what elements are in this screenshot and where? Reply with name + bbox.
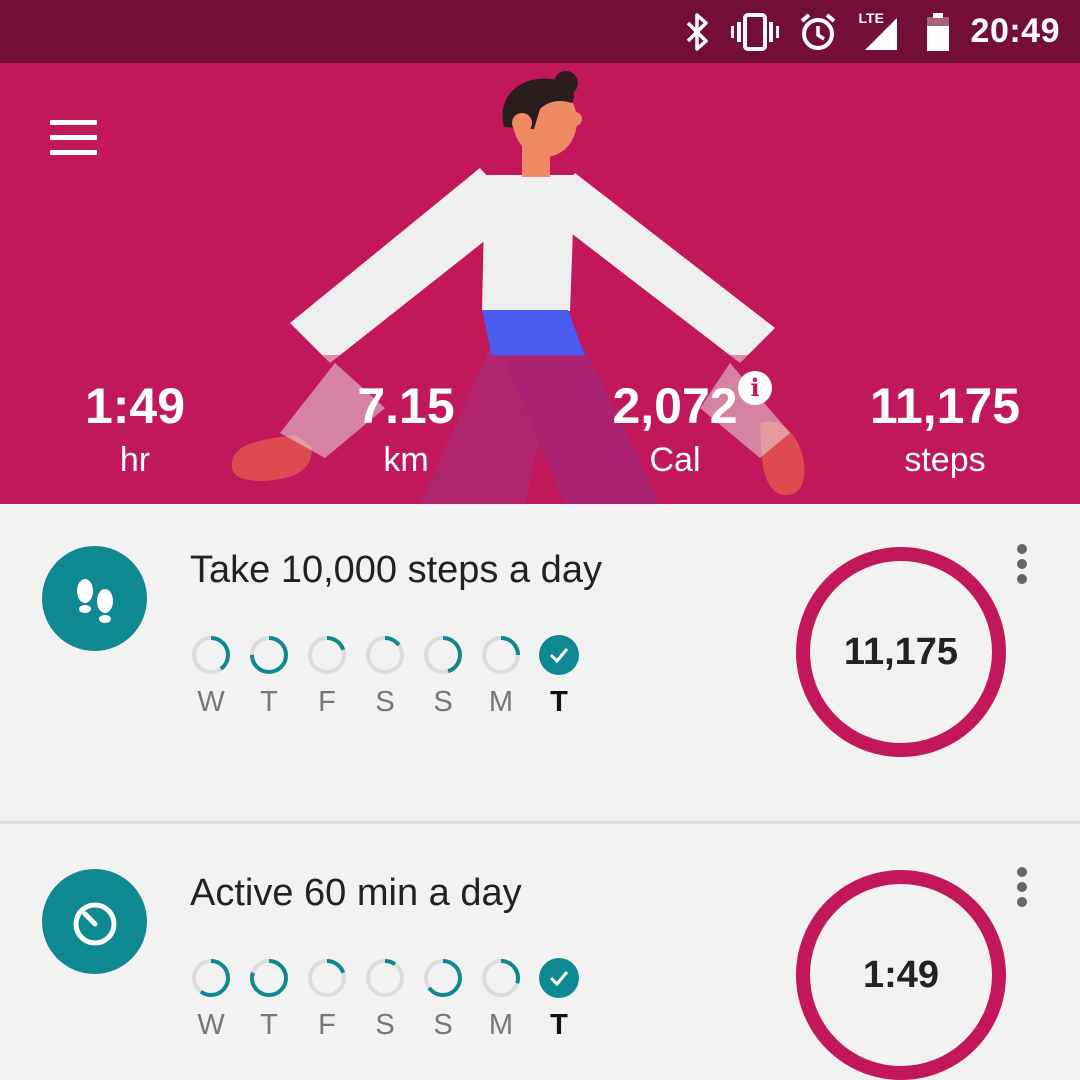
day-progress: S <box>422 634 464 719</box>
stat-duration: 1:49 hr <box>25 378 245 480</box>
stat-unit: hr <box>119 441 151 479</box>
day-ring <box>424 636 462 674</box>
day-label: S <box>433 686 453 718</box>
day-ring <box>366 636 404 674</box>
vibrate-icon <box>730 12 779 51</box>
day-progress: S <box>364 957 406 1042</box>
stat-value: 1:49 <box>84 378 186 434</box>
stat-steps: 11,175 steps <box>835 378 1055 480</box>
weekly-progress: W T F S S M T <box>190 957 580 1042</box>
footsteps-icon <box>42 546 147 651</box>
goal-card-steps[interactable]: Take 10,000 steps a day W T F S S M T 11… <box>0 504 1080 824</box>
day-progress: T <box>248 957 290 1042</box>
day-progress: M <box>480 634 522 719</box>
day-progress: T <box>538 634 580 719</box>
day-label: S <box>433 1009 453 1041</box>
day-label: F <box>318 686 336 718</box>
timer-icon <box>42 869 147 974</box>
day-label: W <box>197 1009 225 1041</box>
stat-unit: km <box>383 441 429 479</box>
battery-icon <box>926 12 949 51</box>
day-ring <box>482 959 520 997</box>
goal-progress-ring: 1:49 <box>795 869 1007 1080</box>
day-ring-track <box>366 959 404 997</box>
day-complete-circle <box>539 635 579 675</box>
more-options-button[interactable] <box>1006 542 1038 586</box>
day-label: S <box>375 686 395 718</box>
status-time: 20:49 <box>970 12 1060 50</box>
goal-card-active-minutes[interactable]: Active 60 min a day W T F S S M T 1:49 <box>0 827 1080 1080</box>
day-ring <box>308 959 346 997</box>
day-label: M <box>488 1009 514 1041</box>
more-options-button[interactable] <box>1006 865 1038 909</box>
lte-signal-icon: LTE <box>857 10 905 52</box>
menu-button[interactable] <box>40 108 108 168</box>
more-vert-icon <box>1017 867 1027 877</box>
day-ring <box>192 959 230 997</box>
goal-value: 1:49 <box>862 954 940 996</box>
calories-info-icon[interactable]: i <box>738 371 772 405</box>
day-ring <box>250 636 288 674</box>
day-label: T <box>260 686 278 718</box>
day-progress: T <box>248 634 290 719</box>
day-ring <box>482 636 520 674</box>
more-vert-icon <box>1017 544 1027 554</box>
alarm-icon <box>800 12 835 50</box>
status-icons: LTE 20:49 <box>685 0 1060 63</box>
day-ring <box>192 636 230 674</box>
day-progress: F <box>306 957 348 1042</box>
day-label: S <box>375 1009 395 1041</box>
weekly-progress: W T F S S M T <box>190 634 580 719</box>
day-progress: F <box>306 634 348 719</box>
menu-icon <box>50 120 97 125</box>
stat-unit: Cal <box>649 441 701 479</box>
day-progress: M <box>480 957 522 1042</box>
day-label-today: T <box>550 686 568 718</box>
day-ring <box>250 959 288 997</box>
day-ring <box>424 959 462 997</box>
day-progress: S <box>422 957 464 1042</box>
goal-title: Active 60 min a day <box>190 872 522 914</box>
day-ring <box>539 635 579 675</box>
day-progress: S <box>364 634 406 719</box>
goal-progress-ring: 11,175 <box>795 546 1007 758</box>
day-label: F <box>318 1009 336 1041</box>
bluetooth-icon <box>686 12 708 51</box>
hero-summary: 1:49 hr 7.15 km 2,072 Cal i 11,175 steps <box>0 63 1080 504</box>
day-ring <box>366 959 404 997</box>
day-label: W <box>197 686 225 718</box>
stat-unit: steps <box>904 441 986 479</box>
stat-distance: 7.15 km <box>296 378 516 480</box>
day-progress: T <box>538 957 580 1042</box>
day-progress: W <box>190 957 232 1042</box>
day-label-today: T <box>550 1009 568 1041</box>
day-progress: W <box>190 634 232 719</box>
goal-title: Take 10,000 steps a day <box>190 549 602 591</box>
day-ring <box>539 958 579 998</box>
stat-value: 11,175 <box>869 378 1021 434</box>
stat-value: 7.15 <box>357 378 455 434</box>
day-ring <box>308 636 346 674</box>
day-complete-circle <box>539 958 579 998</box>
day-label: M <box>488 686 514 718</box>
status-bar: LTE 20:49 <box>0 0 1080 63</box>
day-label: T <box>260 1009 278 1041</box>
goal-value: 11,175 <box>843 631 959 673</box>
